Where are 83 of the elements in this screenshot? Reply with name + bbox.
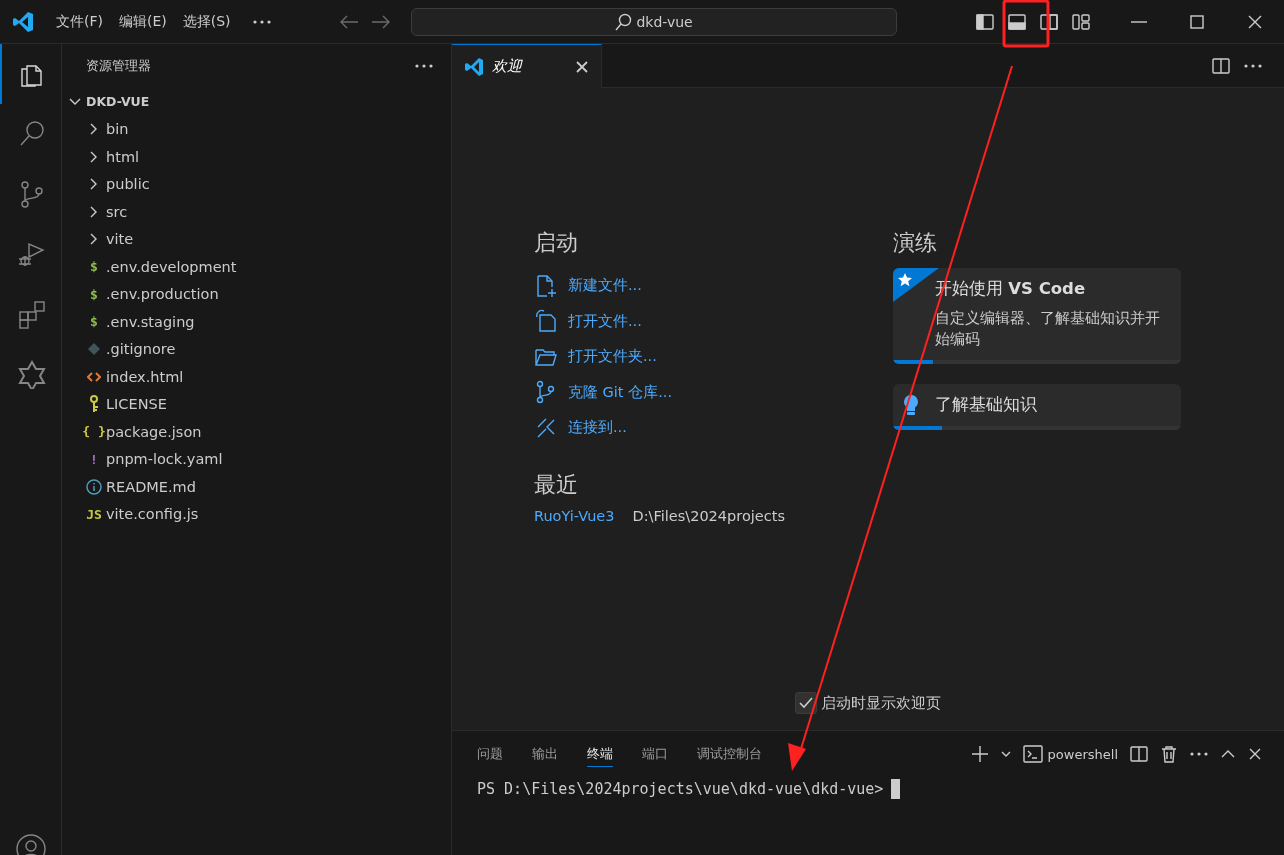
start-link[interactable]: 克隆 Git 仓库...	[534, 374, 672, 410]
menu-item[interactable]: 文件(F)	[48, 9, 111, 34]
file-item[interactable]: .env.production	[106, 286, 219, 303]
file-type-icon: !	[90, 451, 98, 467]
split-editor-icon	[1212, 56, 1230, 75]
editor-tab[interactable]: 欢迎	[452, 44, 602, 88]
file-type-icon: $	[90, 314, 98, 330]
section-heading: 启动	[534, 229, 579, 257]
vscode-logo-icon	[12, 10, 34, 33]
folder-item[interactable]: vite	[106, 231, 134, 248]
file-item[interactable]: pnpm-lock.yaml	[106, 451, 223, 468]
caret-icon	[1000, 749, 1011, 759]
vscode-logo-icon	[464, 56, 484, 77]
new-file-icon	[534, 273, 558, 298]
close-icon	[1248, 747, 1262, 761]
file-item[interactable]: package.json	[106, 423, 202, 440]
folder-item[interactable]: bin	[106, 121, 129, 138]
checkbox[interactable]	[795, 692, 817, 714]
walkthrough-description: 自定义编辑器、了解基础知识并开始编码	[935, 309, 1161, 349]
star-shape-icon	[16, 359, 47, 389]
recent-project-path: D:\Files\2024projects	[632, 507, 785, 524]
file-item[interactable]: .gitignore	[106, 341, 176, 358]
maximize-icon	[1189, 13, 1205, 30]
terminal-cursor	[891, 779, 901, 799]
split-terminal-icon	[1130, 745, 1148, 763]
close-icon	[575, 59, 589, 74]
annotation-highlight-box	[1002, 0, 1050, 48]
walkthrough-title: 了解基础知识	[935, 394, 1038, 417]
toggle-secondary-sidebar-icon[interactable]	[1040, 12, 1058, 31]
panel-tab[interactable]: 问题	[477, 741, 503, 767]
forward-arrow-icon	[370, 13, 391, 30]
file-item[interactable]: vite.config.js	[106, 506, 199, 523]
more-icon[interactable]	[1244, 63, 1262, 68]
file-type-icon: $	[90, 286, 98, 302]
panel-tab[interactable]: 端口	[642, 741, 668, 767]
panel-tab[interactable]: 输出	[532, 741, 558, 767]
explorer-title: 资源管理器	[86, 57, 152, 75]
checkbox-label: 启动时显示欢迎页	[821, 693, 941, 713]
close-icon	[1247, 13, 1263, 30]
more-icon[interactable]	[415, 64, 433, 68]
folder-item[interactable]: src	[106, 203, 128, 220]
file-type-icon: $	[90, 259, 98, 275]
section-heading: 最近	[534, 470, 579, 499]
folder-item[interactable]: public	[106, 176, 150, 193]
panel-tab[interactable]: 调试控制台	[697, 741, 762, 767]
lightbulb-icon	[903, 394, 919, 417]
back-arrow-icon	[338, 13, 359, 30]
more-icon[interactable]	[252, 19, 271, 24]
menu-item[interactable]: 选择(S)	[174, 9, 239, 34]
folder-item[interactable]: html	[106, 148, 140, 165]
trash-icon	[1160, 745, 1178, 763]
file-item[interactable]: LICENSE	[106, 396, 167, 413]
search-icon	[614, 12, 633, 31]
section-heading: 演练	[893, 229, 938, 257]
file-type-icon: { }	[82, 424, 106, 440]
open-file-icon	[534, 309, 558, 334]
plus-icon	[970, 745, 989, 763]
extensions-icon	[16, 299, 47, 329]
start-link[interactable]: 打开文件...	[534, 303, 642, 339]
file-item[interactable]: .env.development	[106, 258, 237, 275]
file-item[interactable]: .env.staging	[106, 313, 195, 330]
recent-project-link[interactable]: RuoYi-Vue3	[534, 507, 615, 524]
file-type-icon: JS	[86, 506, 102, 522]
command-center-field[interactable]: dkd-vue	[410, 7, 897, 36]
file-item[interactable]: index.html	[106, 368, 184, 385]
check-icon	[798, 695, 814, 711]
minimize-icon	[1131, 20, 1147, 23]
toggle-sidebar-icon[interactable]	[976, 12, 994, 31]
walkthrough-card[interactable]: 了解基础知识	[893, 384, 1181, 431]
panel-tab[interactable]: 终端	[587, 741, 613, 767]
terminal-prompt: PS D:\Files\2024projects\vue\dkd-vue\dkd-vue>	[477, 780, 884, 798]
start-link[interactable]: 打开文件夹...	[534, 339, 657, 375]
start-link[interactable]: 新建文件...	[534, 268, 642, 304]
menu-item[interactable]: 编辑(E)	[111, 9, 175, 34]
start-link[interactable]: 连接到...	[534, 410, 627, 446]
customize-layout-icon[interactable]	[1072, 12, 1090, 31]
terminal-profile-button[interactable]: powershell	[1022, 744, 1118, 764]
file-item[interactable]: README.md	[106, 478, 196, 495]
toggle-panel-icon[interactable]	[1008, 12, 1026, 31]
account-icon	[14, 833, 47, 855]
more-icon[interactable]	[1190, 752, 1208, 756]
terminal-icon	[1022, 744, 1043, 764]
folder-root-label[interactable]: DKD-VUE	[86, 94, 150, 110]
